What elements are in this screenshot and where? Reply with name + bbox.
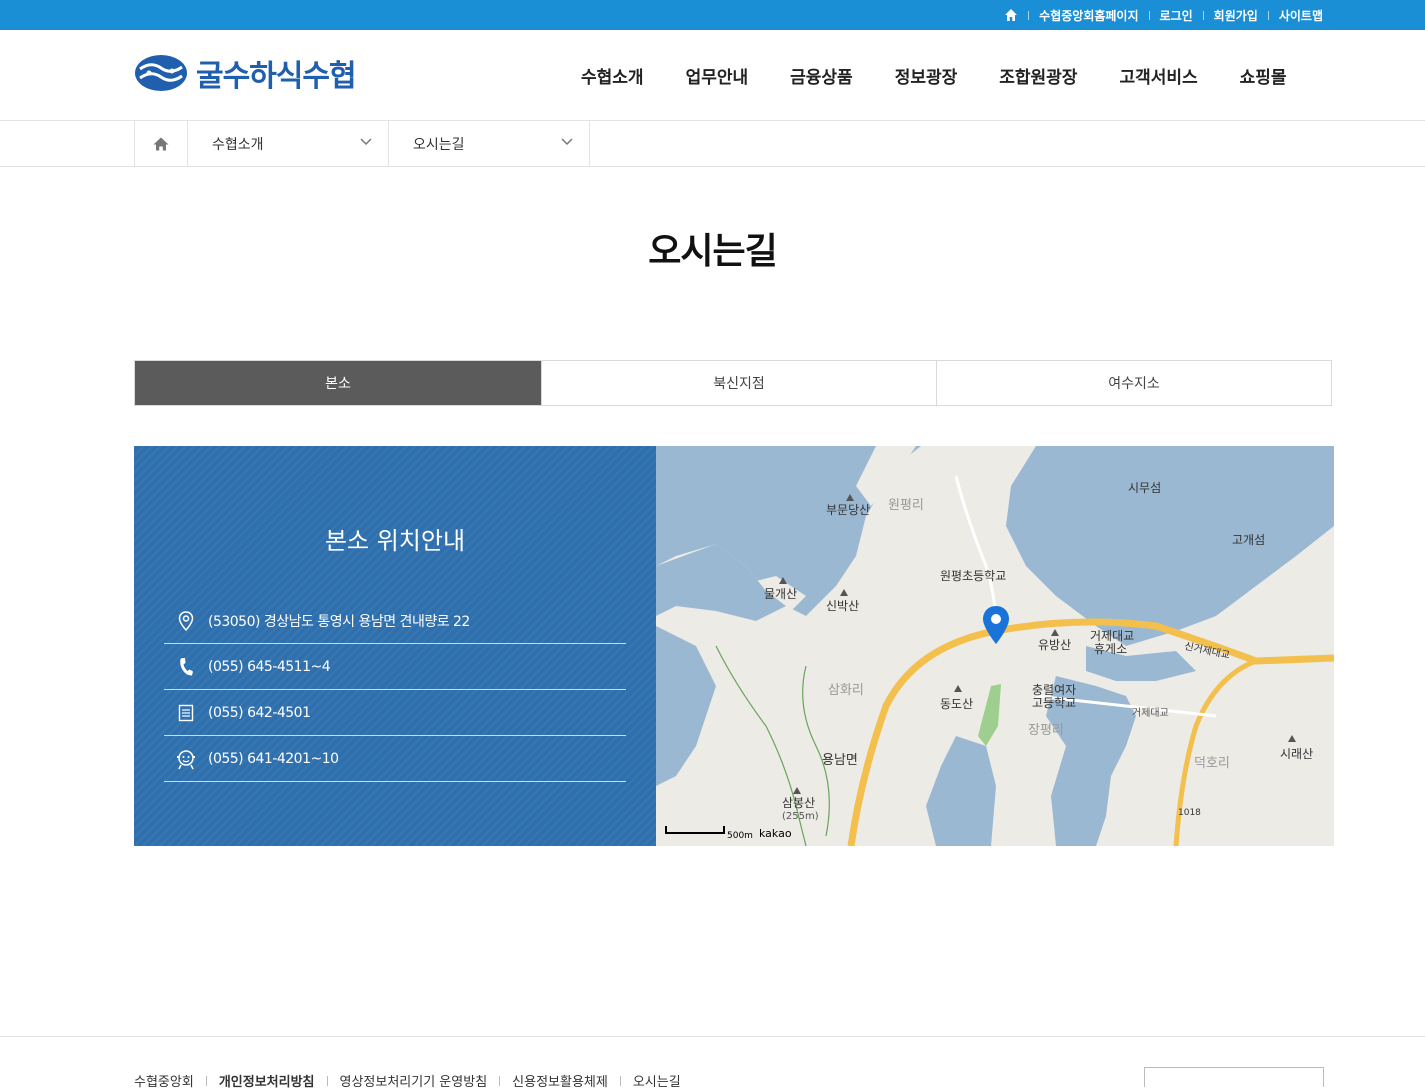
breadcrumb-level1-label: 수협소개 xyxy=(212,137,264,153)
support-text: (055) 641-4201~10 xyxy=(208,750,339,767)
map-label: 장평리 xyxy=(1028,723,1064,738)
divider xyxy=(499,1076,501,1086)
nav-item-intro[interactable]: 수협소개 xyxy=(560,63,665,88)
tab-yeosu-branch[interactable]: 여수지소 xyxy=(937,361,1331,405)
footer-link-directions[interactable]: 오시는길 xyxy=(633,1075,681,1090)
top-links: 수협중앙회홈페이지 로그인 회원가입 사이트맵 xyxy=(1004,0,1323,30)
support-icon xyxy=(164,748,208,770)
contact-support: (055) 641-4201~10 xyxy=(164,736,626,782)
footer-link-cctv[interactable]: 영상정보처리기기 운영방침 xyxy=(340,1075,488,1090)
breadcrumb-dropdown-level1[interactable]: 수협소개 xyxy=(188,121,389,167)
map-label: 원평초등학교 xyxy=(940,569,1006,583)
nav-item-finance[interactable]: 금융상품 xyxy=(769,63,874,88)
tab-buksin-branch[interactable]: 북신지점 xyxy=(542,361,937,405)
divider xyxy=(619,1076,621,1086)
main-nav: 수협소개 업무안내 금융상품 정보광장 조합원광장 고객서비스 쇼핑몰 xyxy=(560,30,1308,121)
nav-item-customer[interactable]: 고객서비스 xyxy=(1098,63,1218,88)
family-site-select[interactable] xyxy=(1144,1067,1324,1087)
logo-emblem-icon xyxy=(135,55,187,91)
breadcrumb-dropdown-level2[interactable]: 오시는길 xyxy=(389,121,590,167)
footer-link-credit[interactable]: 신용정보활용체제 xyxy=(512,1075,608,1090)
map-scale-label: 500m xyxy=(727,831,753,841)
contact-list: (53050) 경상남도 통영시 용남면 견내량로 22 (055) 645-4… xyxy=(164,598,626,782)
map-label: 유방산 xyxy=(1038,638,1071,652)
map-label: 시무섬 xyxy=(1128,481,1161,495)
divider xyxy=(326,1076,328,1086)
fax-text: (055) 642-4501 xyxy=(208,704,311,721)
breadcrumb-home[interactable] xyxy=(134,121,188,167)
map-label: 동도산 xyxy=(940,697,973,711)
phone-icon xyxy=(164,657,208,677)
site-footer: 수협중앙회 개인정보처리방침 영상정보처리기기 운영방침 신용정보활용체제 오시는길 xyxy=(0,1036,1425,1090)
map-label: 충렬여자 xyxy=(1032,683,1076,697)
contact-phone: (055) 645-4511~4 xyxy=(164,644,626,690)
map-label: 덕호리 xyxy=(1194,756,1230,771)
map-label: 거제대교 xyxy=(1090,629,1134,643)
divider xyxy=(1267,10,1269,20)
kakao-logo: kakao xyxy=(759,827,792,840)
map-label: 거제대교 xyxy=(1132,707,1169,719)
map-label: 휴게소 xyxy=(1094,642,1127,656)
map-label: 물개산 xyxy=(764,587,797,601)
phone-text: (055) 645-4511~4 xyxy=(208,658,331,675)
map-label: 삼화리 xyxy=(828,683,864,698)
chevron-down-icon xyxy=(360,138,372,146)
breadcrumb-level2-label: 오시는길 xyxy=(413,137,465,153)
map-label: 시래산 xyxy=(1280,747,1313,761)
top-link-sitemap[interactable]: 사이트맵 xyxy=(1279,7,1323,24)
chevron-down-icon xyxy=(561,138,573,146)
divider xyxy=(1028,10,1030,20)
nav-item-business[interactable]: 업무안내 xyxy=(665,63,770,88)
logo-text: 굴수하식수협 xyxy=(196,59,357,94)
location-map[interactable]: 부문당산 원평리 시무섬 고개섬 원평초등학교 물개산 신박산 유방산 거제대교… xyxy=(656,446,1334,846)
map-label: 1018 xyxy=(1178,808,1201,818)
branch-tabs: 본소 북신지점 여수지소 xyxy=(134,360,1332,406)
map-label: 부문당산 xyxy=(826,503,870,517)
divider xyxy=(1148,10,1150,20)
footer-link-suhyup[interactable]: 수협중앙회 xyxy=(134,1075,194,1090)
location-title: 본소 위치안내 xyxy=(324,527,466,555)
home-icon xyxy=(153,137,169,151)
map-label: (255m) xyxy=(782,811,819,822)
page-title: 오시는길 xyxy=(648,231,777,272)
nav-item-members[interactable]: 조합원광장 xyxy=(978,63,1098,88)
mountain-icon xyxy=(846,494,854,501)
footer-link-privacy[interactable]: 개인정보처리방침 xyxy=(219,1075,315,1090)
contact-fax: (055) 642-4501 xyxy=(164,690,626,736)
tab-main-office[interactable]: 본소 xyxy=(135,361,542,405)
nav-item-shop[interactable]: 쇼핑몰 xyxy=(1219,63,1308,88)
address-text: (53050) 경상남도 통영시 용남면 견내량로 22 xyxy=(208,613,470,630)
top-link-suhyup[interactable]: 수협중앙회홈페이지 xyxy=(1039,7,1138,24)
divider xyxy=(1202,10,1204,20)
map-label: 신박산 xyxy=(826,599,859,613)
site-header: 굴수하식수협 수협소개 업무안내 금융상품 정보광장 조합원광장 고객서비스 쇼… xyxy=(0,30,1425,121)
nav-item-info[interactable]: 정보광장 xyxy=(874,63,979,88)
top-utility-bar: 수협중앙회홈페이지 로그인 회원가입 사이트맵 xyxy=(0,0,1425,30)
map-label: 원평리 xyxy=(888,498,924,513)
top-link-join[interactable]: 회원가입 xyxy=(1214,7,1258,24)
site-logo[interactable]: 굴수하식수협 xyxy=(134,53,357,94)
map-label: 고개섬 xyxy=(1232,533,1265,547)
map-label: 삼봉산 xyxy=(782,796,815,810)
home-icon[interactable] xyxy=(1004,8,1018,22)
fax-icon xyxy=(164,704,208,722)
map-pin-icon xyxy=(164,610,208,631)
top-link-login[interactable]: 로그인 xyxy=(1160,7,1193,24)
contact-address: (53050) 경상남도 통영시 용남면 견내량로 22 xyxy=(164,598,626,644)
breadcrumb: 수협소개 오시는길 xyxy=(0,121,1425,167)
divider xyxy=(205,1076,207,1086)
map-label: 용남면 xyxy=(822,753,858,768)
map-label: 고등학교 xyxy=(1032,696,1076,710)
location-info-panel: 본소 위치안내 (53050) 경상남도 통영시 용남면 견내량로 22 (05… xyxy=(134,446,656,846)
footer-links: 수협중앙회 개인정보처리방침 영상정보처리기기 운영방침 신용정보활용체제 오시는길 xyxy=(134,1071,681,1090)
